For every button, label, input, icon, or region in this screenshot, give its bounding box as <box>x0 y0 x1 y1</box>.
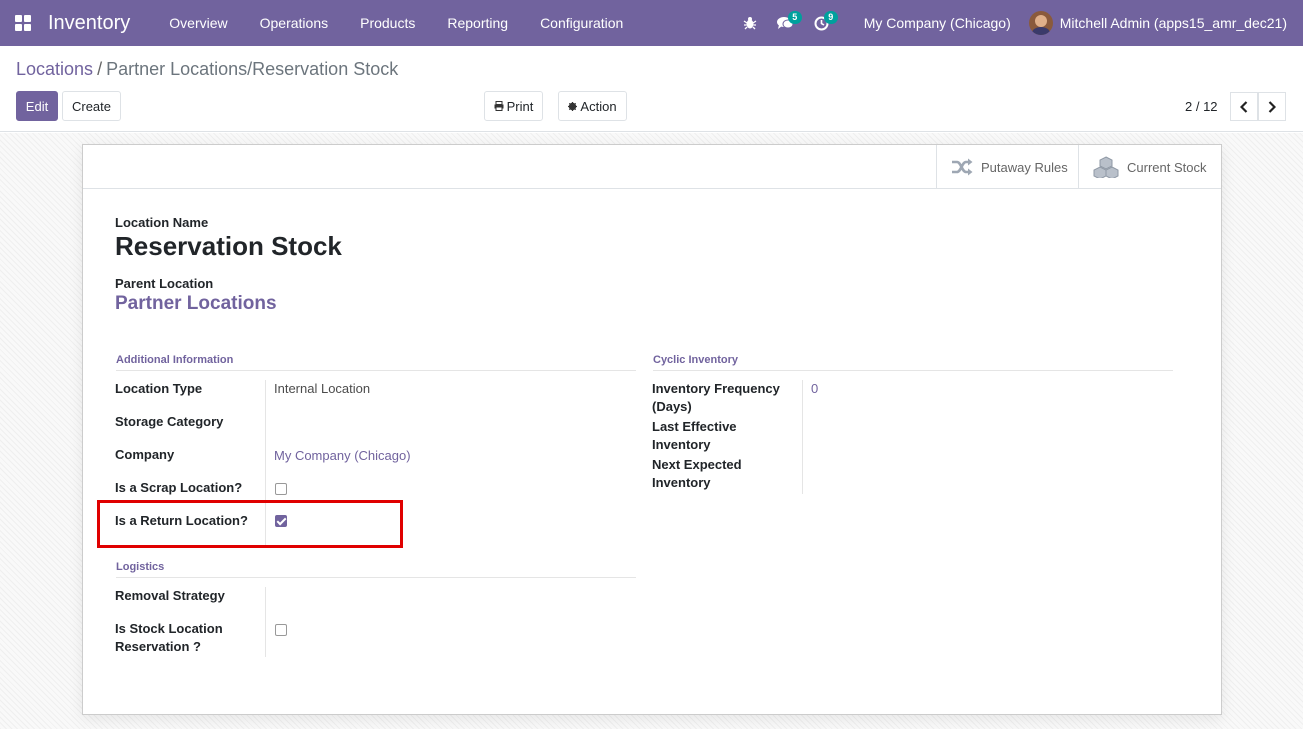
main-menu: Overview Operations Products Reporting C… <box>153 0 639 46</box>
form-sheet: Putaway Rules Current Stock Location Nam… <box>82 144 1222 715</box>
pager-value[interactable]: 2 / 12 <box>1185 99 1218 114</box>
last-effective-label-line1: Last Effective <box>652 419 737 434</box>
messages-icon[interactable]: 5 <box>768 0 804 46</box>
storage-category-label: Storage Category <box>115 414 224 429</box>
inventory-frequency-value[interactable]: 0 <box>811 380 818 398</box>
action-button[interactable]: Action <box>558 91 627 121</box>
removal-strategy-label: Removal Strategy <box>115 588 225 603</box>
next-expected-label-line2: Inventory <box>652 475 711 490</box>
location-type-value[interactable]: Internal Location <box>274 380 370 398</box>
stock-reservation-label-line1: Is Stock Location <box>115 621 223 636</box>
inventory-frequency-label-line1: Inventory Frequency <box>652 381 780 396</box>
company-label: Company <box>115 447 175 462</box>
parent-location-link[interactable]: Partner Locations <box>115 293 277 315</box>
scrap-location-label: Is a Scrap Location? <box>115 480 243 495</box>
breadcrumb-locations[interactable]: Locations <box>16 59 93 80</box>
print-icon <box>494 101 504 111</box>
gear-icon <box>568 101 578 111</box>
print-button[interactable]: Print <box>484 91 543 121</box>
action-label: Action <box>580 98 617 114</box>
top-navbar: Inventory Overview Operations Products R… <box>0 0 1303 46</box>
menu-products[interactable]: Products <box>344 0 431 46</box>
current-stock-label: Current Stock <box>1127 159 1207 175</box>
menu-overview[interactable]: Overview <box>153 0 243 46</box>
cyclic-inventory-title: Cyclic Inventory <box>653 354 1173 371</box>
chevron-left-icon <box>1240 100 1248 113</box>
messages-badge: 5 <box>787 11 802 24</box>
smart-button-box: Putaway Rules Current Stock <box>83 145 1221 189</box>
breadcrumb-current: Partner Locations/Reservation Stock <box>106 59 399 79</box>
scrap-location-checkbox[interactable] <box>275 483 287 495</box>
app-name[interactable]: Inventory <box>48 12 130 35</box>
location-name-label: Location Name <box>115 215 209 230</box>
menu-reporting[interactable]: Reporting <box>431 0 524 46</box>
location-name-value[interactable]: Reservation Stock <box>115 231 342 262</box>
breadcrumb-separator: / <box>97 59 103 79</box>
logistics-title: Logistics <box>116 561 636 578</box>
company-value[interactable]: My Company (Chicago) <box>274 447 411 465</box>
parent-location-label: Parent Location <box>115 276 214 291</box>
last-effective-label-line2: Inventory <box>652 437 711 452</box>
user-name: Mitchell Admin (apps15_amr_dec21) <box>1059 15 1287 31</box>
field-divider <box>802 380 803 494</box>
control-panel: Locations / Partner Locations/Reservatio… <box>0 46 1303 132</box>
create-button[interactable]: Create <box>62 91 121 121</box>
form-view-background: Putaway Rules Current Stock Location Nam… <box>0 133 1303 729</box>
inventory-frequency-label: Inventory Frequency (Days) <box>652 380 780 416</box>
systray: 5 9 My Company (Chicago) Mitchell Admin … <box>732 0 1303 46</box>
edit-button[interactable]: Edit <box>16 91 58 121</box>
pager-next-button[interactable] <box>1258 92 1286 121</box>
menu-operations[interactable]: Operations <box>244 0 344 46</box>
shuffle-icon <box>951 158 973 176</box>
breadcrumb: Locations / Partner Locations/Reservatio… <box>16 59 398 80</box>
stock-reservation-label: Is Stock Location Reservation ? <box>115 620 223 656</box>
putaway-rules-label: Putaway Rules <box>981 159 1068 175</box>
cubes-icon <box>1093 156 1119 178</box>
return-location-highlight <box>97 500 403 548</box>
last-effective-inventory-label: Last Effective Inventory <box>652 418 737 454</box>
location-type-label: Location Type <box>115 381 203 396</box>
company-switcher[interactable]: My Company (Chicago) <box>840 15 1029 31</box>
stock-reservation-label-line2: Reservation ? <box>115 639 201 654</box>
additional-info-title: Additional Information <box>116 354 636 371</box>
current-stock-button[interactable]: Current Stock <box>1078 145 1221 189</box>
menu-configuration[interactable]: Configuration <box>524 0 639 46</box>
user-menu[interactable]: Mitchell Admin (apps15_amr_dec21) <box>1028 11 1303 35</box>
putaway-rules-button[interactable]: Putaway Rules <box>936 145 1078 189</box>
activities-clock-icon[interactable]: 9 <box>804 0 840 46</box>
chevron-right-icon <box>1268 100 1276 113</box>
avatar <box>1028 11 1053 35</box>
stock-reservation-checkbox[interactable] <box>275 624 287 636</box>
activities-badge: 9 <box>823 11 838 24</box>
inventory-frequency-label-line2: (Days) <box>652 399 692 414</box>
next-expected-inventory-label: Next Expected Inventory <box>652 456 742 492</box>
print-label: Print <box>506 98 534 114</box>
next-expected-label-line1: Next Expected <box>652 457 742 472</box>
apps-menu-icon[interactable] <box>0 0 46 46</box>
pager-previous-button[interactable] <box>1230 92 1258 121</box>
field-divider <box>265 587 266 657</box>
debug-bug-icon[interactable] <box>732 0 768 46</box>
